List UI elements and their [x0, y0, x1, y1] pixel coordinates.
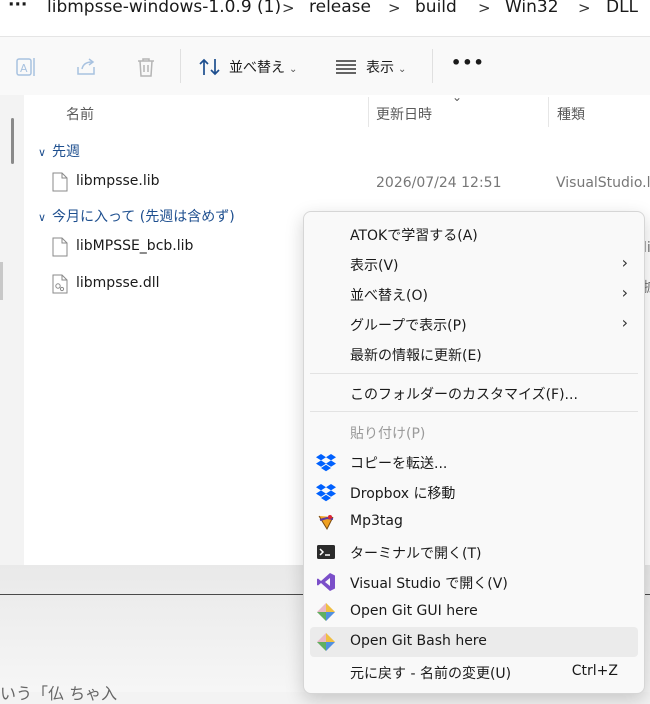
toolbar-divider — [180, 49, 181, 83]
menu-separator — [310, 411, 638, 412]
lib-file-icon — [52, 237, 68, 257]
group-header-label: 今月に入って (先週は含めず) — [52, 209, 235, 225]
group-header-last-week[interactable]: ∨ 先週 — [38, 141, 80, 161]
menu-item-open-git-gui[interactable]: Open Git GUI here — [310, 597, 638, 627]
column-divider[interactable] — [368, 97, 369, 127]
chevron-right-icon: › — [621, 313, 628, 332]
navigation-pane-edge — [0, 95, 24, 565]
context-menu: ATOKで学習する(A) 表示(V) › 並べ替え(O) › グループで表示(P… — [303, 211, 645, 694]
view-list-icon — [336, 60, 356, 74]
menu-item-customize-folder[interactable]: このフォルダーのカスタマイズ(F)... — [310, 378, 638, 408]
menu-item-label: Open Git GUI here — [350, 603, 478, 619]
toolbar-divider — [432, 49, 433, 83]
file-name: libmpsse.dll — [76, 275, 160, 291]
svg-text:A: A — [20, 62, 28, 75]
sort-button-label: 並べ替え — [229, 60, 285, 76]
breadcrumb-separator[interactable]: > — [578, 0, 591, 17]
breadcrumb-separator[interactable]: > — [282, 0, 295, 17]
menu-item-label: 最新の情報に更新(E) — [350, 348, 482, 364]
chevron-down-icon: ⌄ — [289, 64, 298, 75]
menu-item-label: Open Git Bash here — [350, 633, 487, 649]
menu-item-dropbox-transfer[interactable]: コピーを転送... — [310, 447, 638, 477]
menu-item-open-visual-studio[interactable]: Visual Studio で開く(V) — [310, 567, 638, 597]
menu-item-dropbox-move[interactable]: Dropbox に移動 — [310, 477, 638, 507]
breadcrumb-separator[interactable]: > — [478, 0, 491, 17]
menu-item-label: 元に戻す - 名前の変更(U) — [350, 666, 512, 682]
git-icon — [317, 633, 335, 651]
visual-studio-icon — [317, 573, 335, 591]
delete-icon[interactable] — [134, 55, 158, 79]
chevron-down-icon: ∨ — [38, 211, 47, 224]
menu-item-label: コピーを転送... — [350, 456, 448, 472]
file-name: libmpsse.lib — [76, 173, 160, 189]
breadcrumb-item-dll[interactable]: DLL — [606, 0, 638, 17]
list-item[interactable]: libmpsse.lib — [52, 172, 642, 198]
dll-file-icon — [52, 274, 68, 294]
chevron-down-icon: ⌄ — [398, 64, 407, 75]
menu-item-label: Visual Studio で開く(V) — [350, 576, 508, 592]
mp3tag-icon — [318, 515, 334, 531]
terminal-icon — [317, 545, 335, 559]
menu-item-open-git-bash[interactable]: Open Git Bash here — [310, 627, 638, 657]
chevron-right-icon: › — [621, 283, 628, 302]
menu-item-atok-learn[interactable]: ATOKで学習する(A) — [310, 219, 638, 249]
menu-item-paste[interactable]: 貼り付け(P) — [310, 417, 638, 447]
menu-item-undo-rename[interactable]: 元に戻す - 名前の変更(U) Ctrl+Z — [310, 657, 638, 687]
sort-icon — [199, 58, 220, 76]
menu-item-sort[interactable]: 並べ替え(O) › — [310, 279, 638, 309]
menu-item-label: ATOKで学習する(A) — [350, 228, 478, 244]
breadcrumb: ··· libmpsse-windows-1.0.9 (1) > release… — [0, 0, 650, 37]
more-options-button[interactable]: ••• — [451, 53, 485, 72]
menu-item-open-terminal[interactable]: ターミナルで開く(T) — [310, 537, 638, 567]
column-header-modified[interactable]: 更新日時 — [376, 104, 432, 124]
breadcrumb-item-release[interactable]: release — [309, 0, 371, 17]
dropbox-icon — [316, 454, 336, 472]
menu-item-mp3tag[interactable]: Mp3tag — [310, 507, 638, 537]
file-type: VisualStudio.li — [556, 175, 650, 191]
menu-item-label: このフォルダーのカスタマイズ(F)... — [350, 387, 578, 403]
chevron-down-icon: ∨ — [38, 146, 47, 159]
breadcrumb-item-libmpsse[interactable]: libmpsse-windows-1.0.9 (1) — [47, 0, 281, 17]
list-item[interactable]: libmpsse.dll — [52, 274, 302, 300]
sort-button[interactable]: 並べ替え ⌄ — [229, 57, 297, 77]
view-button-label: 表示 — [366, 60, 394, 76]
selection-marker — [0, 262, 3, 300]
menu-item-refresh[interactable]: 最新の情報に更新(E) — [310, 339, 638, 369]
menu-item-shortcut: Ctrl+Z — [571, 663, 618, 679]
menu-item-label: Dropbox に移動 — [350, 486, 456, 502]
breadcrumb-more-button[interactable]: ··· — [8, 0, 27, 15]
column-divider[interactable] — [548, 97, 549, 127]
rename-icon[interactable]: A — [14, 55, 38, 79]
column-header-name[interactable]: 名前 — [66, 104, 94, 124]
menu-item-group-by[interactable]: グループで表示(P) › — [310, 309, 638, 339]
lib-file-icon — [52, 172, 68, 192]
column-header-type[interactable]: 種類 — [557, 104, 585, 124]
scrollbar-thumb[interactable] — [11, 118, 14, 164]
menu-item-label: ターミナルで開く(T) — [350, 546, 482, 562]
menu-item-label: 表示(V) — [350, 258, 399, 274]
breadcrumb-item-build[interactable]: build — [415, 0, 457, 17]
menu-item-label: グループで表示(P) — [350, 318, 467, 334]
git-icon — [317, 603, 335, 621]
sort-indicator-icon: ⌄ — [452, 90, 463, 104]
breadcrumb-item-win32[interactable]: Win32 — [505, 0, 559, 17]
menu-item-view[interactable]: 表示(V) › — [310, 249, 638, 279]
view-button[interactable]: 表示 ⌄ — [366, 57, 406, 77]
list-item[interactable]: libMPSSE_bcb.lib — [52, 237, 302, 263]
menu-item-label: 並べ替え(O) — [350, 288, 428, 304]
group-header-label: 先週 — [52, 144, 80, 160]
file-name: libMPSSE_bcb.lib — [76, 238, 194, 254]
chevron-right-icon: › — [621, 253, 628, 272]
breadcrumb-separator[interactable]: > — [388, 0, 401, 17]
group-header-this-month[interactable]: ∨ 今月に入って (先週は含めず) — [38, 206, 235, 226]
dropbox-icon — [316, 484, 336, 502]
menu-separator — [310, 373, 638, 374]
menu-item-label: 貼り付け(P) — [350, 426, 426, 442]
file-modified-date: 2026/07/24 12:51 — [376, 175, 502, 191]
share-icon[interactable] — [74, 55, 98, 79]
background-text: いう「仏 ちゃ入 — [0, 684, 118, 703]
menu-item-label: Mp3tag — [350, 513, 403, 529]
command-bar: A 並べ替え ⌄ 表示 ⌄ ••• — [0, 37, 650, 95]
